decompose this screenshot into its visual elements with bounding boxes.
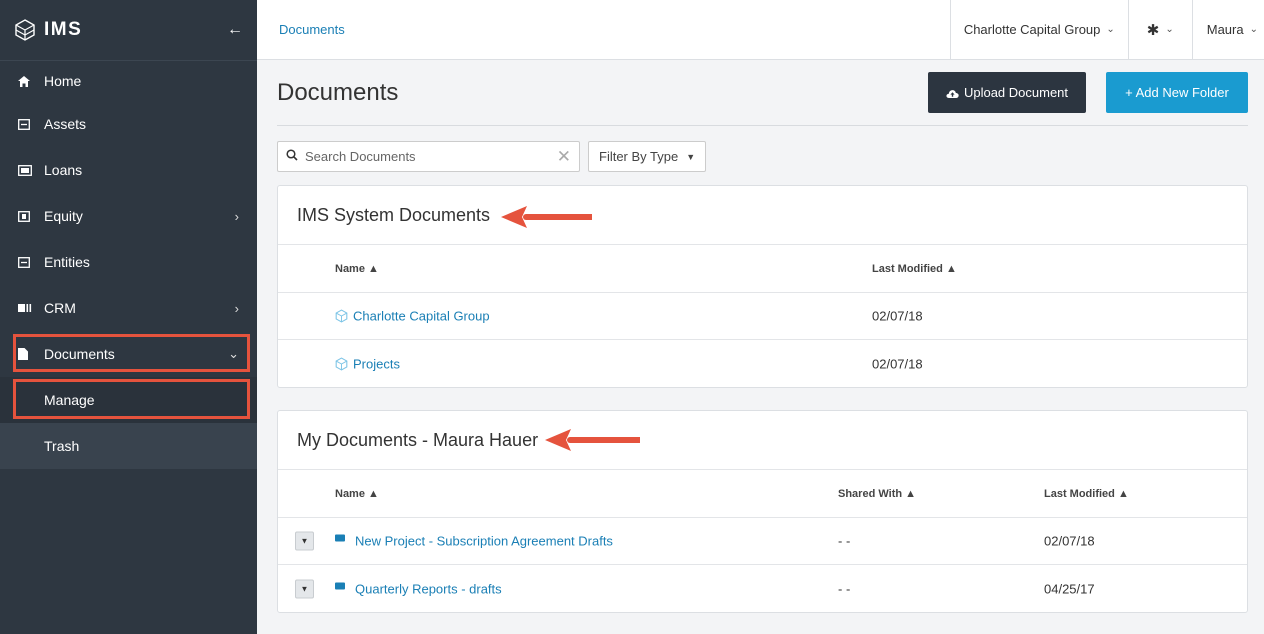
system-folder-link[interactable]: Charlotte Capital Group xyxy=(335,309,490,324)
last-modified-cell: 02/07/18 xyxy=(872,356,923,371)
shared-with-cell: - - xyxy=(838,533,851,549)
sidebar-header: IMS ← xyxy=(0,0,257,61)
search-icon xyxy=(286,149,298,164)
crm-icon xyxy=(18,303,38,313)
breadcrumb[interactable]: Documents xyxy=(257,22,345,37)
ims-folder-icon xyxy=(335,309,348,323)
sidebar-item-label: Entities xyxy=(44,254,90,270)
clear-search-icon[interactable]: ✕ xyxy=(557,147,571,167)
cloud-upload-icon xyxy=(946,89,959,98)
sidebar-item-label: Loans xyxy=(44,162,83,178)
upload-document-label: Upload Document xyxy=(963,85,1069,100)
sidebar-subitem-manage[interactable]: Manage xyxy=(0,377,257,423)
collapse-sidebar-icon[interactable]: ← xyxy=(227,21,243,39)
folder-icon xyxy=(335,582,345,589)
ims-logo-icon xyxy=(15,19,35,41)
folder-link[interactable]: New Project - Subscription Agreement Dra… xyxy=(335,534,613,549)
search-input[interactable]: Search Documents ✕ xyxy=(277,141,580,172)
filter-by-type-dropdown[interactable]: Filter By Type ▼ xyxy=(588,141,707,172)
page-header: Documents Upload Document + Add New Fold… xyxy=(277,60,1248,126)
topbar: Documents Charlotte Capital Group ⌄ ✱ ⌄ … xyxy=(257,0,1264,60)
sidebar-item-loans[interactable]: Loans xyxy=(0,147,257,193)
sidebar-subitem-trash[interactable]: Trash xyxy=(0,423,257,469)
chevron-down-icon: ⌄ xyxy=(1249,24,1258,35)
sidebar-item-label: Equity xyxy=(44,208,83,224)
name-column-header[interactable]: Name ▲ xyxy=(335,488,379,500)
table-row[interactable]: Projects 02/07/18 xyxy=(278,340,1247,387)
system-documents-panel: IMS System Documents Name ▲ Last Modifie… xyxy=(277,185,1248,388)
panel-title: IMS System Documents xyxy=(278,186,1247,245)
assets-icon xyxy=(18,118,38,130)
ims-folder-icon xyxy=(335,356,348,371)
chevron-down-icon: ⌄ xyxy=(228,346,239,361)
panel-title: My Documents - Maura Hauer xyxy=(278,411,1247,470)
table-row[interactable]: ▼ New Project - Subscription Agreement D… xyxy=(278,518,1247,565)
folder-link[interactable]: Quarterly Reports - drafts xyxy=(335,581,502,596)
last-modified-cell: 02/07/18 xyxy=(872,308,923,324)
table-row[interactable]: ▼ Quarterly Reports - drafts - - 04/25/1… xyxy=(278,565,1247,612)
sidebar-item-label: Home xyxy=(44,73,82,89)
last-modified-cell: 02/07/18 xyxy=(1044,533,1095,549)
user-name: Maura xyxy=(1206,22,1244,37)
sidebar-item-home[interactable]: Home xyxy=(0,61,257,101)
page-title: Documents xyxy=(277,78,399,106)
logo[interactable]: IMS xyxy=(14,19,82,41)
sidebar: IMS ← Home Assets Loans Equity › Entitie… xyxy=(0,0,257,634)
expand-row-button[interactable]: ▼ xyxy=(295,531,314,551)
filter-label: Filter By Type xyxy=(599,149,679,164)
chevron-down-icon: ⌄ xyxy=(1165,24,1174,35)
sidebar-item-documents[interactable]: Documents ⌄ xyxy=(0,331,257,377)
sidebar-item-label: Documents xyxy=(44,346,115,362)
gear-icon: ✱ xyxy=(1146,21,1160,39)
table-header: Name ▲ Shared With ▲ Last Modified ▲ xyxy=(278,470,1247,518)
sidebar-item-label: Assets xyxy=(44,116,87,132)
annotation-arrow-icon xyxy=(545,429,640,451)
entities-icon xyxy=(18,256,38,268)
main-content: Documents Upload Document + Add New Fold… xyxy=(277,60,1248,613)
equity-icon xyxy=(18,210,38,222)
add-new-folder-button[interactable]: + Add New Folder xyxy=(1106,72,1248,113)
loans-icon xyxy=(18,164,38,176)
sidebar-item-crm[interactable]: CRM › xyxy=(0,285,257,331)
sidebar-subitem-label: Trash xyxy=(44,438,80,454)
sidebar-item-entities[interactable]: Entities xyxy=(0,239,257,285)
caret-down-icon: ▼ xyxy=(686,151,696,162)
organization-name: Charlotte Capital Group xyxy=(963,22,1101,37)
name-column-header[interactable]: Name ▲ xyxy=(335,263,379,275)
shared-with-column-header[interactable]: Shared With ▲ xyxy=(838,488,916,500)
document-icon xyxy=(18,348,38,360)
organization-dropdown[interactable]: Charlotte Capital Group ⌄ xyxy=(949,0,1128,59)
chevron-right-icon: › xyxy=(234,300,239,316)
sidebar-item-label: CRM xyxy=(44,300,76,316)
folder-icon xyxy=(335,534,345,542)
sidebar-item-equity[interactable]: Equity › xyxy=(0,193,257,239)
user-dropdown[interactable]: Maura ⌄ xyxy=(1191,0,1264,59)
last-modified-cell: 04/25/17 xyxy=(1044,581,1095,596)
filter-bar: Search Documents ✕ Filter By Type ▼ xyxy=(277,141,1248,172)
table-row[interactable]: Charlotte Capital Group 02/07/18 xyxy=(278,293,1247,340)
app-name: IMS xyxy=(44,19,83,40)
home-icon xyxy=(18,75,38,87)
chevron-right-icon: › xyxy=(234,208,239,224)
last-modified-column-header[interactable]: Last Modified ▲ xyxy=(872,263,957,275)
chevron-down-icon: ⌄ xyxy=(1106,24,1115,35)
search-placeholder: Search Documents xyxy=(305,149,416,164)
sidebar-subitem-label: Manage xyxy=(44,392,95,408)
settings-dropdown[interactable]: ✱ ⌄ xyxy=(1127,0,1192,59)
shared-with-cell: - - xyxy=(838,581,851,596)
last-modified-column-header[interactable]: Last Modified ▲ xyxy=(1044,488,1129,500)
upload-document-button[interactable]: Upload Document xyxy=(928,72,1086,113)
my-documents-title: My Documents - Maura Hauer xyxy=(297,429,539,450)
system-folder-link[interactable]: Projects xyxy=(335,356,400,371)
my-documents-panel: My Documents - Maura Hauer Name ▲ Shared… xyxy=(277,410,1248,613)
sidebar-item-assets[interactable]: Assets xyxy=(0,101,257,147)
expand-row-button[interactable]: ▼ xyxy=(295,579,314,598)
annotation-arrow-icon xyxy=(501,206,592,228)
table-header: Name ▲ Last Modified ▲ xyxy=(278,245,1247,293)
system-documents-title: IMS System Documents xyxy=(297,204,491,225)
